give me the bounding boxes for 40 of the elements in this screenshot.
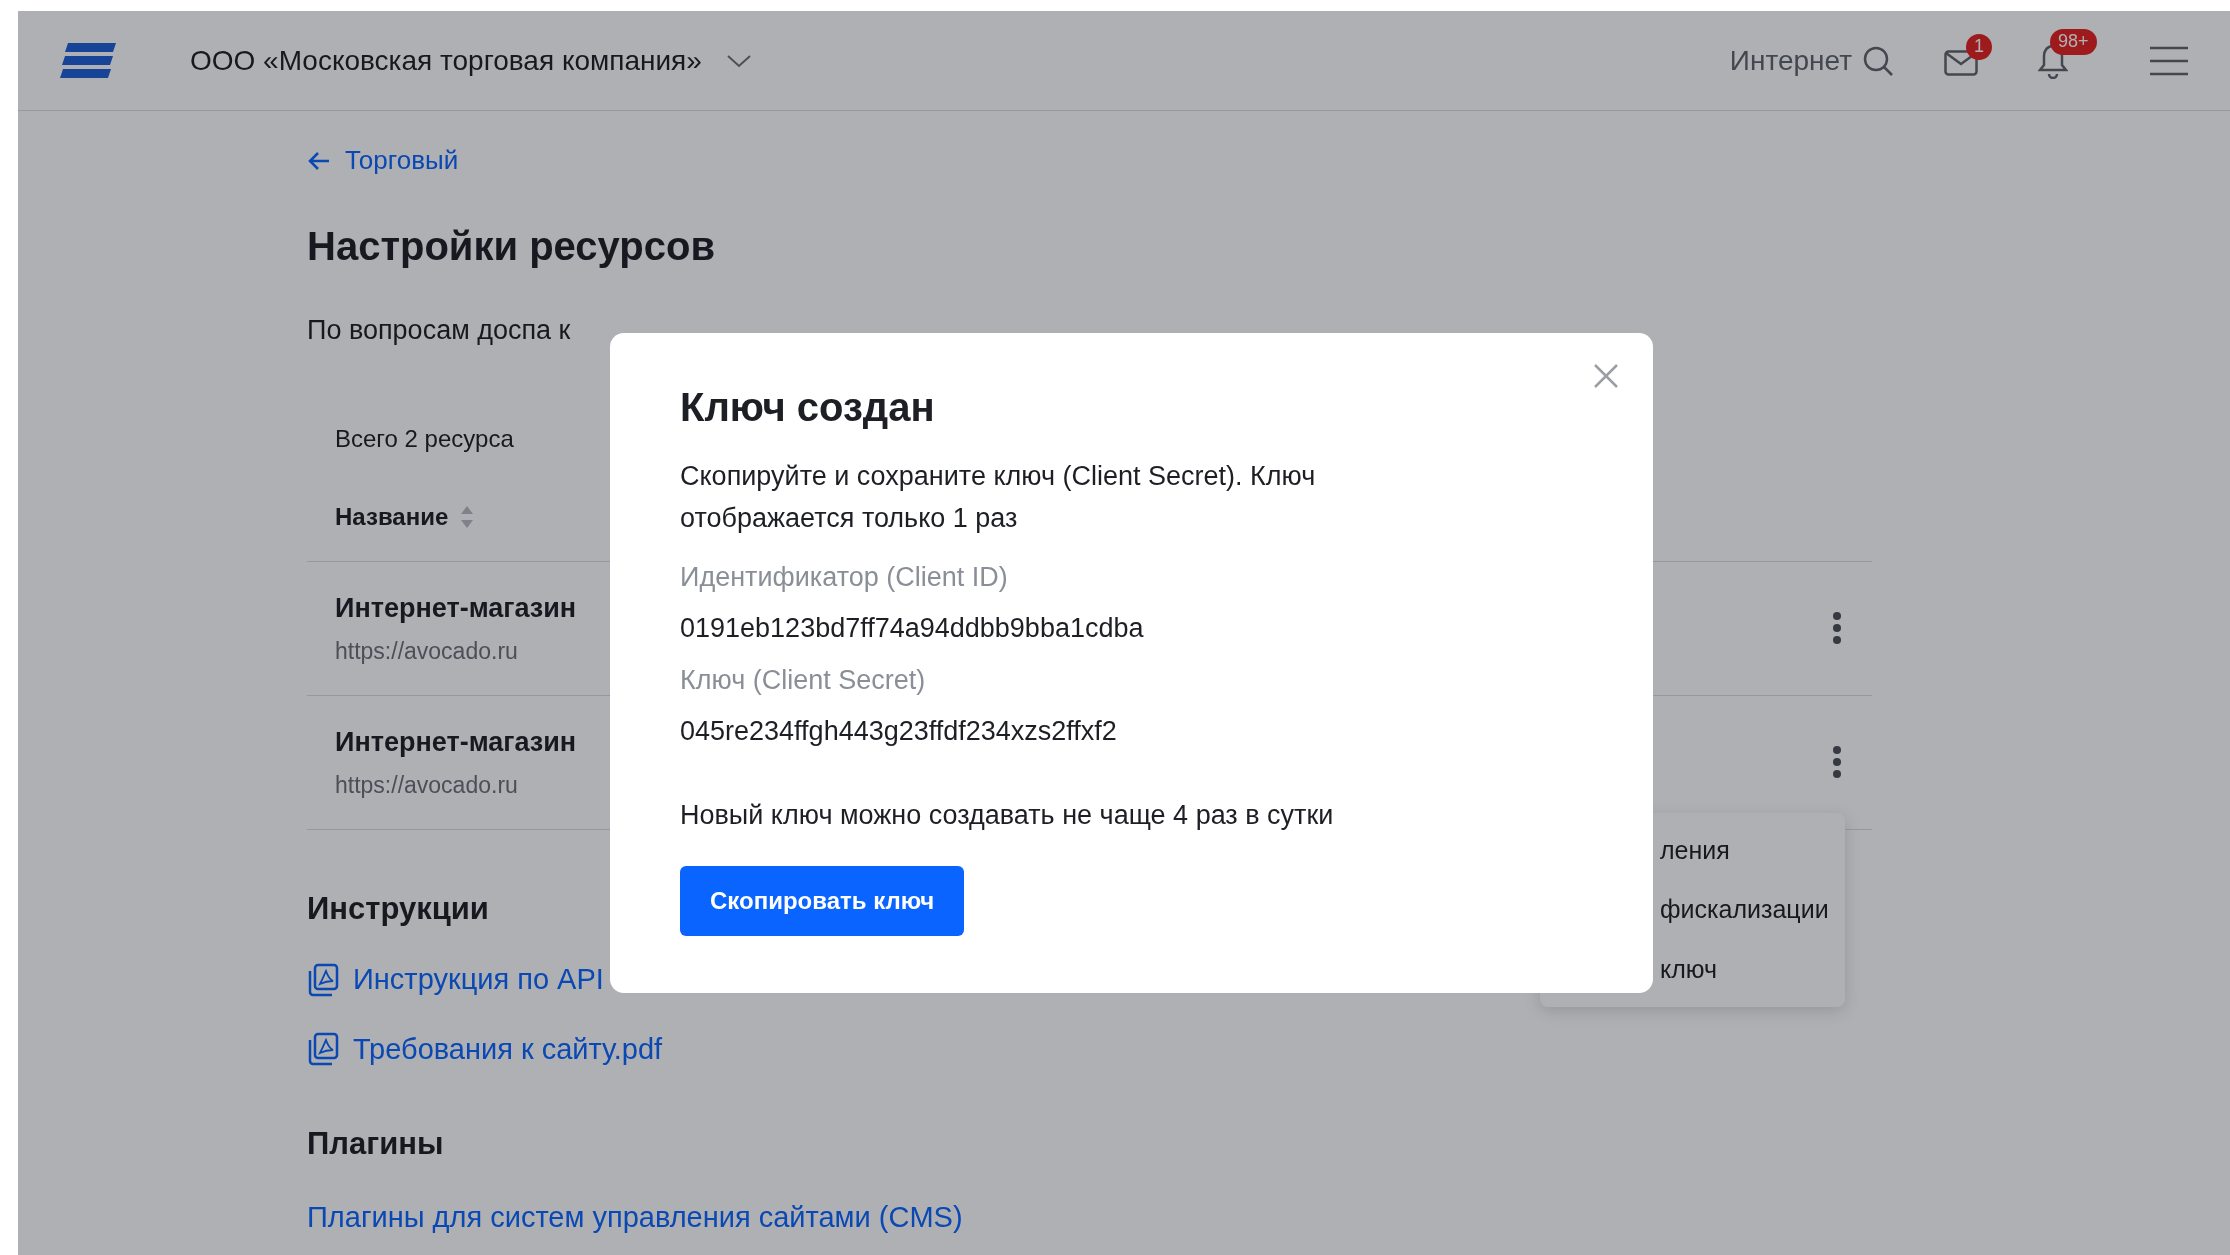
field-value: 0191eb123bd7ff74a94ddbb9bba1cdba [680,611,1145,645]
resource-name: Интернет-магазин [335,591,577,625]
company-name[interactable]: ООО «Московская торговая компания» [190,39,702,82]
modal-message: Скопируйте и сохраните ключ (Client Secret). Ключ отображается только 1 раз [680,460,1317,535]
modal-note: Новый ключ можно создавать не чаще 4 раз в сутки [680,799,1335,832]
field-label: Идентификатор (Client ID) [680,561,1009,594]
column-header[interactable]: Название [335,498,449,535]
plugins-link[interactable]: Плагины для систем управления сайтами (CMS) [307,1195,963,1239]
search-label[interactable]: Интернет [1729,39,1852,82]
file-link[interactable]: Инструкция по API [353,958,604,1002]
logo-icon[interactable] [60,42,116,79]
resource-name: Интернет-магазин [335,725,577,759]
menu-item[interactable]: ления [1660,831,1845,870]
modal-title: Ключ создан [680,384,936,431]
back-link-text[interactable]: Торговый [345,141,459,180]
more-options-icon[interactable] [1832,745,1842,779]
pdf-file-icon [307,962,339,997]
info-text: По вопросам доспа к [307,314,571,347]
pdf-file-icon [307,1032,339,1067]
section-heading: Плагины [307,1125,444,1163]
menu-item[interactable]: ключ [1660,950,1845,989]
field-value: 045re234ffgh443g23ffdf234xzs2ffxf2 [680,714,1118,748]
resource-url: https://avocado.ru [335,771,519,800]
menu-icon[interactable] [2150,45,2188,76]
unread-badge: 1 [1966,33,1992,60]
file-link[interactable]: Требования к сайту.pdf [353,1027,663,1071]
close-icon[interactable] [1593,363,1619,389]
page-title: Настройки ресурсов [307,223,715,270]
copy-key-button[interactable]: Скопировать ключ [680,865,965,936]
back-link[interactable]: Торговый [307,141,1872,180]
arrow-left-icon [307,150,331,171]
more-options-icon[interactable] [1832,611,1842,645]
search-icon[interactable] [1862,44,1894,77]
section-heading: Инструкции [307,889,489,928]
notification-badge: 98+ [2050,28,2097,55]
chevron-down-icon[interactable] [725,52,752,69]
resource-url: https://avocado.ru [335,637,519,666]
field-label: Ключ (Client Secret) [680,664,927,697]
menu-item[interactable]: фискализации [1660,891,1845,929]
resource-count: Всего 2 ресурса [335,423,514,454]
